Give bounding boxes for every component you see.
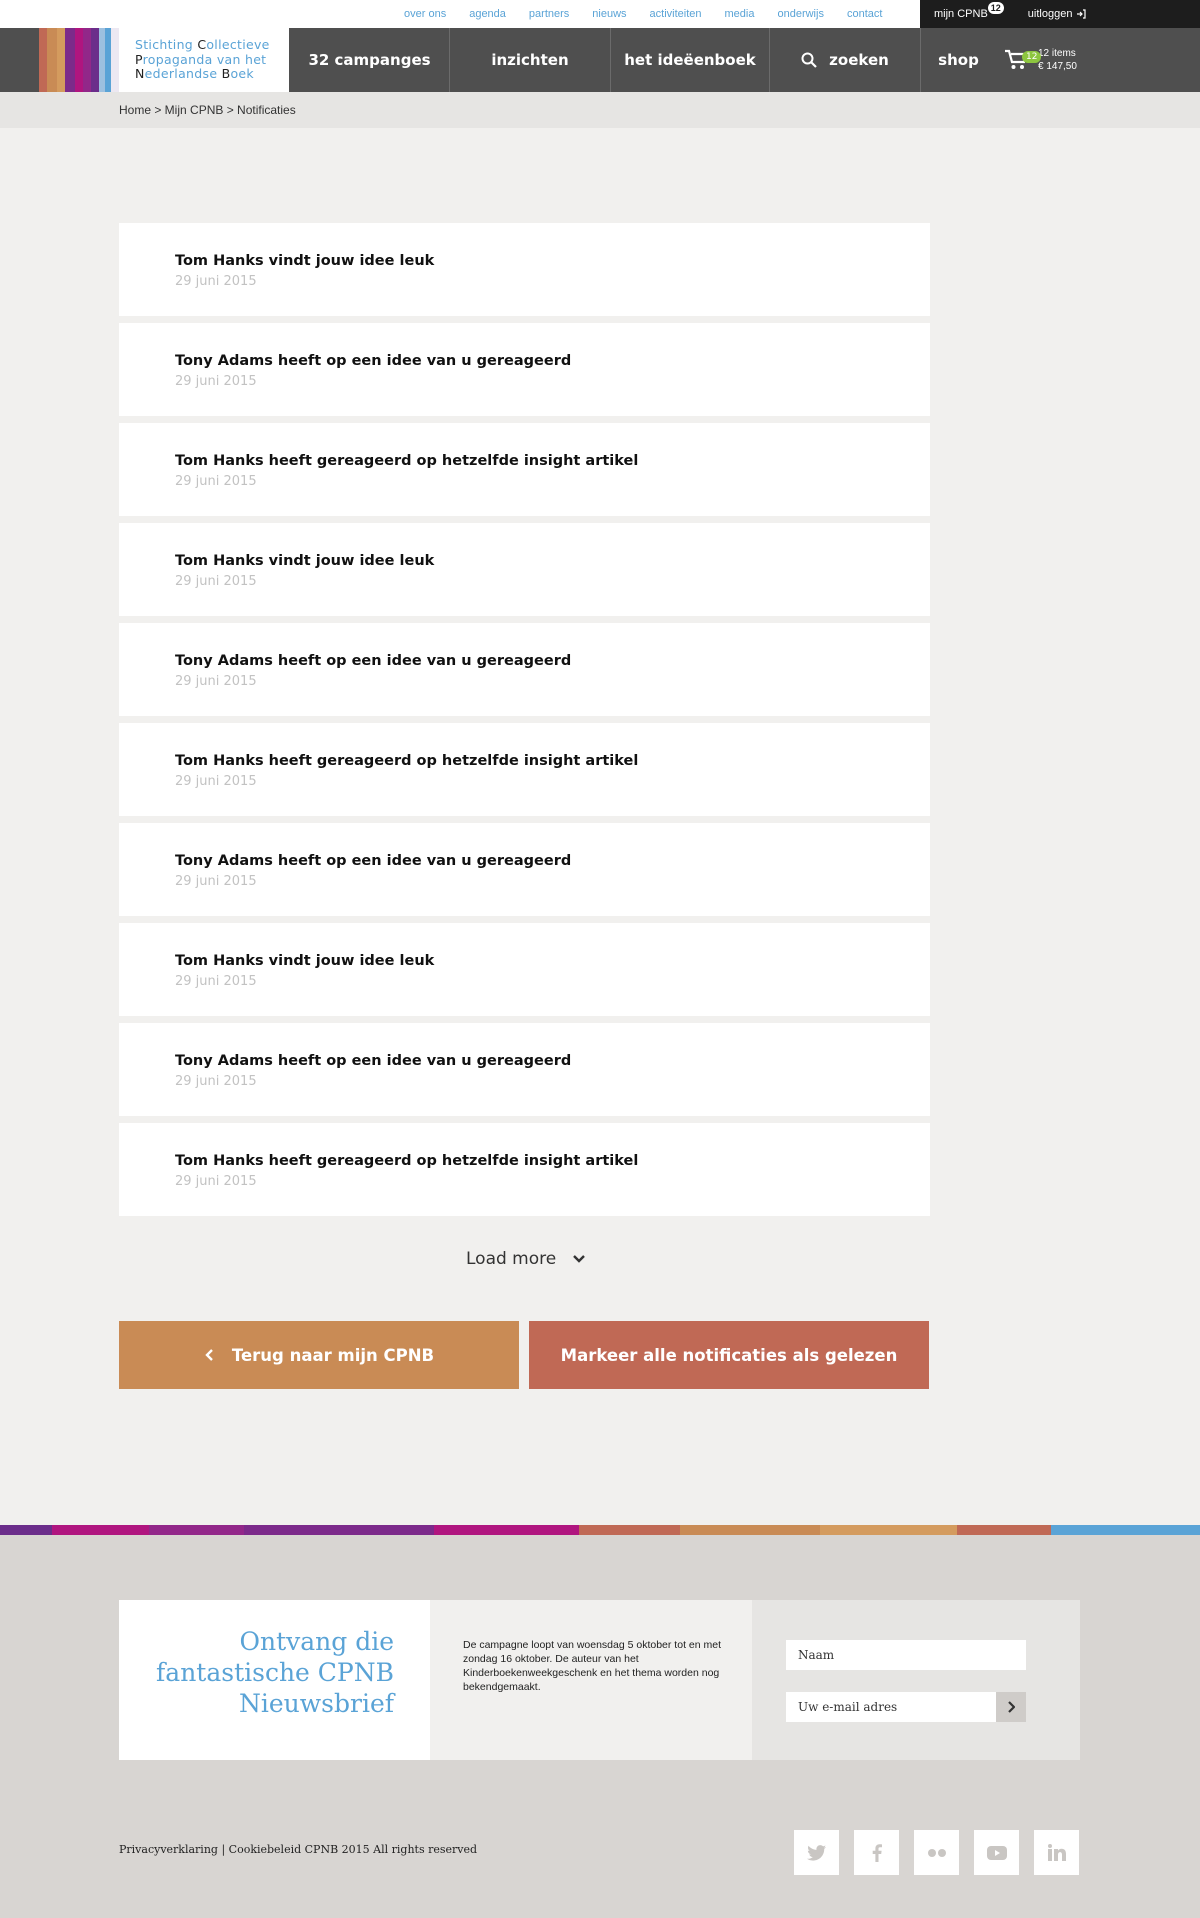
util-link-contact[interactable]: contact <box>847 8 882 20</box>
mijn-cpnb-label: mijn CPNB <box>934 8 988 20</box>
notification-date: 29 juni 2015 <box>175 874 257 889</box>
search-icon <box>801 52 817 68</box>
util-link-media[interactable]: media <box>725 8 755 20</box>
flickr-link[interactable] <box>914 1830 959 1875</box>
linkedin-link[interactable] <box>1034 1830 1079 1875</box>
twitter-link[interactable] <box>794 1830 839 1875</box>
notification-title: Tony Adams heeft op een idee van u gerea… <box>175 853 572 869</box>
nav-ideas[interactable]: het ideëenboek <box>611 28 770 92</box>
load-more-label: Load more <box>466 1249 557 1269</box>
mijn-cpnb-link[interactable]: mijn CPNB 12 <box>934 2 1004 20</box>
newsletter-title: Ontvang die fantastische CPNB Nieuwsbrie… <box>119 1600 430 1760</box>
youtube-link[interactable] <box>974 1830 1019 1875</box>
notification-date: 29 juni 2015 <box>175 1074 257 1089</box>
notification-date: 29 juni 2015 <box>175 474 257 489</box>
cpnb-logo[interactable]: Stichting Collectieve Propaganda van het… <box>119 28 289 92</box>
flickr-icon <box>927 1848 946 1857</box>
main-nav: Stichting Collectieve Propaganda van het… <box>0 28 1200 92</box>
notification-item[interactable]: Tom Hanks heeft gereageerd op hetzelfde … <box>119 1123 930 1216</box>
nav-shop[interactable]: shop <box>921 28 996 92</box>
footer: Ontvang die fantastische CPNB Nieuwsbrie… <box>0 1535 1200 1918</box>
notification-item[interactable]: Tom Hanks vindt jouw idee leuk 29 juni 20… <box>119 523 930 616</box>
newsletter-name-field[interactable]: Naam <box>786 1640 1026 1670</box>
facebook-icon <box>872 1843 882 1862</box>
youtube-icon <box>986 1845 1007 1860</box>
account-bar: mijn CPNB 12 uitloggen <box>920 0 1200 28</box>
back-to-mijn-cpnb-button[interactable]: Terug naar mijn CPNB <box>119 1321 519 1389</box>
nav-campaigns[interactable]: 32 campanges <box>290 28 450 92</box>
breadcrumb-bar: Home > Mijn CPNB > Notificaties <box>0 92 1200 128</box>
notification-title: Tom Hanks heeft gereageerd op hetzelfde … <box>175 453 639 469</box>
notification-item[interactable]: Tony Adams heeft op een idee van u gerea… <box>119 323 930 416</box>
notification-date: 29 juni 2015 <box>175 974 257 989</box>
footer-color-stripe <box>0 1525 1200 1535</box>
logout-link[interactable]: uitloggen <box>1028 8 1087 20</box>
util-link-onderwijs[interactable]: onderwijs <box>777 8 823 20</box>
notification-item[interactable]: Tom Hanks vindt jouw idee leuk 29 juni 20… <box>119 923 930 1016</box>
notification-count-badge: 12 <box>987 2 1004 14</box>
logo-line-1: Stichting Collectieve <box>135 37 270 52</box>
notification-date: 29 juni 2015 <box>175 774 257 789</box>
newsletter-signup: Ontvang die fantastische CPNB Nieuwsbrie… <box>119 1600 1080 1760</box>
notification-title: Tony Adams heeft op een idee van u gerea… <box>175 653 572 669</box>
logout-icon <box>1077 9 1087 19</box>
load-more-button[interactable]: Load more <box>466 1249 586 1269</box>
logo-stripes <box>39 28 119 92</box>
notification-title: Tony Adams heeft op een idee van u gerea… <box>175 1053 572 1069</box>
chevron-right-icon <box>1008 1701 1015 1713</box>
mark-all-read-button[interactable]: Markeer alle notificaties als gelezen <box>529 1321 929 1389</box>
newsletter-form: Naam Uw e-mail adres <box>752 1600 1080 1760</box>
cart-summary[interactable]: 12 12 items € 147,50 <box>1004 28 1077 92</box>
notification-date: 29 juni 2015 <box>175 674 257 689</box>
facebook-link[interactable] <box>854 1830 899 1875</box>
breadcrumb[interactable]: Home > Mijn CPNB > Notificaties <box>119 103 296 117</box>
logo-line-3: Nederlandse Boek <box>135 66 254 81</box>
util-link-activiteiten[interactable]: activiteiten <box>650 8 702 20</box>
util-link-agenda[interactable]: agenda <box>469 8 506 20</box>
notification-item[interactable]: Tom Hanks vindt jouw idee leuk 29 juni 20… <box>119 223 930 316</box>
nav-insights[interactable]: inzichten <box>450 28 611 92</box>
util-link-partners[interactable]: partners <box>529 8 569 20</box>
nav-search-label: zoeken <box>829 51 889 69</box>
cart-text: 12 items € 147,50 <box>1038 47 1077 73</box>
notification-title: Tom Hanks heeft gereageerd op hetzelfde … <box>175 1153 639 1169</box>
chevron-left-icon <box>205 1349 213 1361</box>
social-links <box>794 1830 1079 1875</box>
notification-item[interactable]: Tony Adams heeft op een idee van u gerea… <box>119 1023 930 1116</box>
nav-search[interactable]: zoeken <box>770 28 921 92</box>
newsletter-text: De campagne loopt van woensdag 5 oktober… <box>430 1600 752 1760</box>
notification-date: 29 juni 2015 <box>175 274 257 289</box>
newsletter-submit-button[interactable] <box>996 1692 1026 1722</box>
notification-item[interactable]: Tom Hanks heeft gereageerd op hetzelfde … <box>119 723 930 816</box>
chevron-down-icon <box>573 1255 586 1263</box>
twitter-icon <box>806 1844 826 1861</box>
linkedin-icon <box>1047 1844 1066 1861</box>
util-link-nieuws[interactable]: nieuws <box>592 8 626 20</box>
notification-item[interactable]: Tony Adams heeft op een idee van u gerea… <box>119 823 930 916</box>
logout-label: uitloggen <box>1027 8 1073 20</box>
notification-title: Tony Adams heeft op een idee van u gerea… <box>175 353 572 369</box>
cart-count-badge: 12 <box>1022 51 1042 63</box>
notification-title: Tom Hanks heeft gereageerd op hetzelfde … <box>175 753 639 769</box>
notification-list: Tom Hanks vindt jouw idee leuk 29 juni 20… <box>119 223 930 1223</box>
notification-date: 29 juni 2015 <box>175 374 257 389</box>
back-button-label: Terug naar mijn CPNB <box>231 1345 435 1365</box>
utility-bar: over ons agenda partners nieuws activite… <box>0 0 1200 28</box>
notification-item[interactable]: Tom Hanks heeft gereageerd op hetzelfde … <box>119 423 930 516</box>
cart-items: 12 items <box>1038 48 1076 59</box>
notification-date: 29 juni 2015 <box>175 1174 257 1189</box>
newsletter-email-field[interactable]: Uw e-mail adres <box>786 1692 996 1722</box>
notification-title: Tom Hanks vindt jouw idee leuk <box>175 253 435 269</box>
notification-title: Tom Hanks vindt jouw idee leuk <box>175 553 435 569</box>
logo-line-2: Propaganda van het <box>135 51 267 67</box>
cart-total: € 147,50 <box>1038 61 1077 72</box>
utility-nav: over ons agenda partners nieuws activite… <box>404 0 905 28</box>
util-link-over-ons[interactable]: over ons <box>404 8 446 20</box>
notification-item[interactable]: Tony Adams heeft op een idee van u gerea… <box>119 623 930 716</box>
notification-date: 29 juni 2015 <box>175 574 257 589</box>
notification-title: Tom Hanks vindt jouw idee leuk <box>175 953 435 969</box>
footer-legal[interactable]: Privacyverklaring | Cookiebeleid CPNB 20… <box>119 1843 477 1856</box>
